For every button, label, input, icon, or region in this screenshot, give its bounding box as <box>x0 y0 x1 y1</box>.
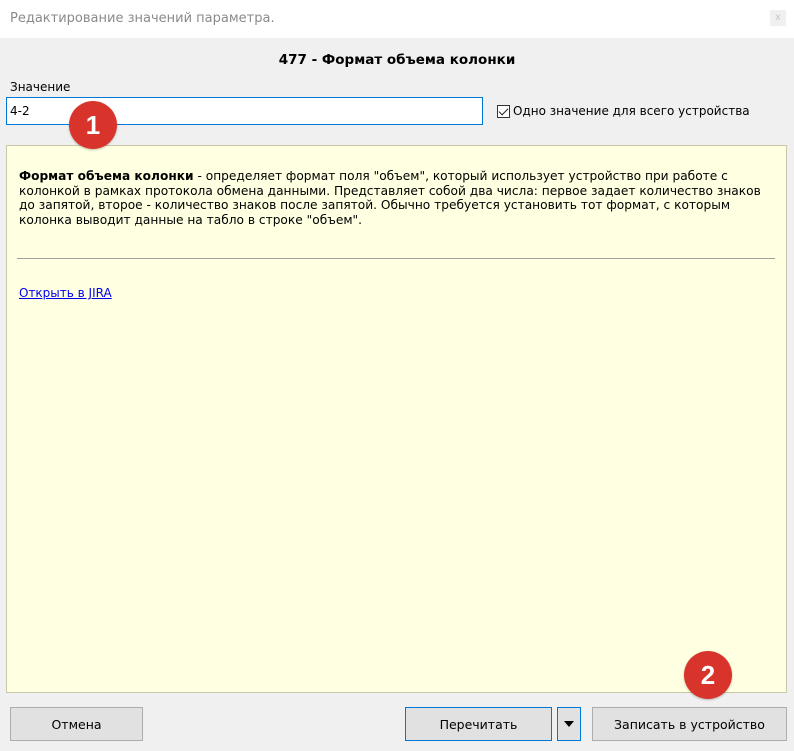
reread-button[interactable]: Перечитать <box>405 707 552 741</box>
checkbox-checked-icon[interactable] <box>497 104 510 118</box>
description-term: Формат объема колонки <box>19 169 194 183</box>
chevron-down-icon <box>564 721 574 727</box>
title-bar: Редактирование значений параметра. x <box>0 0 794 38</box>
open-in-jira-link[interactable]: Открыть в JIRA <box>19 286 112 300</box>
parameter-title: 477 - Формат объема колонки <box>278 52 516 68</box>
description-panel: Формат объема колонки - определяет форма… <box>6 145 787 693</box>
annotation-badge-2: 2 <box>684 651 732 699</box>
reread-dropdown-button[interactable] <box>557 707 581 741</box>
single-value-checkbox[interactable]: Одно значение для всего устройства <box>497 104 750 118</box>
value-label: Значение <box>10 80 71 94</box>
annotation-badge-1: 1 <box>69 101 117 149</box>
description-text: Формат объема колонки - определяет форма… <box>19 169 779 227</box>
close-icon[interactable]: x <box>770 10 786 26</box>
description-divider <box>17 258 775 259</box>
window-title: Редактирование значений параметра. <box>10 11 275 26</box>
write-to-device-button[interactable]: Записать в устройство <box>592 707 787 741</box>
cancel-button[interactable]: Отмена <box>10 707 143 741</box>
single-value-checkbox-label: Одно значение для всего устройства <box>513 104 750 118</box>
